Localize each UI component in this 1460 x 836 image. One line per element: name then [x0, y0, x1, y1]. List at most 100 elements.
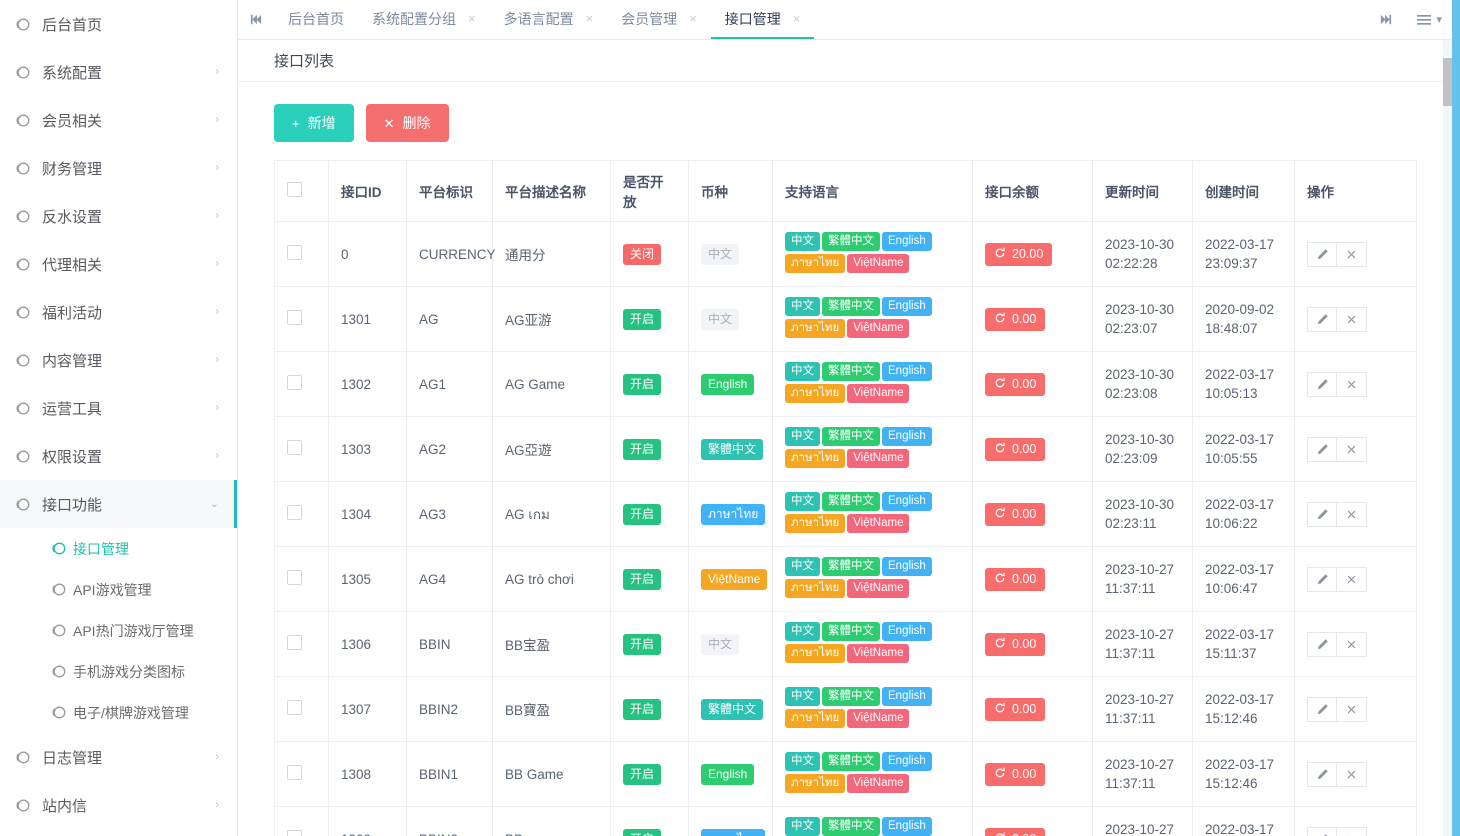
delete-row-button[interactable] [1337, 241, 1367, 267]
refresh-icon[interactable] [994, 702, 1006, 717]
table-row[interactable]: 1304 AG3 AG เกม 开启 ภาษาไทย 中文 繁體中文 English ภาษาไ… [274, 481, 1417, 547]
refresh-icon[interactable] [994, 442, 1006, 457]
refresh-icon[interactable] [994, 767, 1006, 782]
sidebar-subitem-0[interactable]: 接口管理 [0, 528, 237, 569]
delete-row-button[interactable] [1337, 501, 1367, 527]
refresh-icon[interactable] [994, 247, 1006, 262]
edit-row-button[interactable] [1307, 241, 1337, 267]
tab-options-menu-button[interactable]: ▾ [1402, 13, 1448, 27]
edit-row-button[interactable] [1307, 826, 1337, 836]
sidebar-item-4[interactable]: 反水设置 › [0, 192, 237, 240]
table-row[interactable]: 1306 BBIN BB宝盈 开启 中文 中文 繁體中文 Englishภาษาไทย Việt… [274, 611, 1417, 677]
tab-3[interactable]: 会员管理 × [607, 0, 711, 39]
balance-cell[interactable]: 0.00 [972, 611, 1093, 677]
table-row[interactable]: 1301 AG AG亚游 开启 中文 中文 繁體中文 Englishภาษาไทย ViệtNa… [274, 286, 1417, 352]
sidebar-item-6[interactable]: 福利活动 › [0, 288, 237, 336]
tab-close-icon[interactable]: × [468, 12, 476, 25]
balance-cell[interactable]: 2.00 [972, 806, 1093, 836]
row-checkbox[interactable] [287, 375, 302, 390]
tab-1[interactable]: 系统配置分组 × [358, 0, 490, 39]
sidebar-item-after-1[interactable]: 站内信 › [0, 781, 237, 829]
delete-row-button[interactable] [1337, 761, 1367, 787]
sidebar-item-0[interactable]: 后台首页 [0, 0, 237, 48]
balance-badge[interactable]: 0.00 [985, 632, 1046, 656]
refresh-icon[interactable] [994, 637, 1006, 652]
row-checkbox[interactable] [287, 700, 302, 715]
row-checkbox[interactable] [287, 310, 302, 325]
add-button[interactable]: + 新增 [274, 104, 354, 142]
tab-2[interactable]: 多语言配置 × [490, 0, 608, 39]
table-row[interactable]: 1303 AG2 AG亞遊 开启 繁體中文 中文 繁體中文 Englishภาษาไทย Việ… [274, 416, 1417, 482]
refresh-icon[interactable] [994, 377, 1006, 392]
balance-cell[interactable]: 0.00 [972, 481, 1093, 547]
edit-row-button[interactable] [1307, 501, 1337, 527]
delete-row-button[interactable] [1337, 436, 1367, 462]
sidebar-item-8[interactable]: 运营工具 › [0, 384, 237, 432]
tabs-scroll-next-button[interactable] [1368, 12, 1402, 27]
table-row[interactable]: 1302 AG1 AG Game 开启 English 中文 繁體中文 Englishภาษา… [274, 351, 1417, 417]
row-checkbox[interactable] [287, 830, 302, 836]
edit-row-button[interactable] [1307, 371, 1337, 397]
refresh-icon[interactable] [994, 572, 1006, 587]
sidebar-item-10[interactable]: 接口功能 ⌄ [0, 480, 237, 528]
table-row[interactable]: 1308 BBIN1 BB Game 开启 English 中文 繁體中文 Englishภา… [274, 741, 1417, 807]
balance-badge[interactable]: 0.00 [985, 307, 1046, 331]
sidebar-item-3[interactable]: 财务管理 › [0, 144, 237, 192]
row-checkbox[interactable] [287, 440, 302, 455]
delete-row-button[interactable] [1337, 566, 1367, 592]
sidebar-item-9[interactable]: 权限设置 › [0, 432, 237, 480]
tab-close-icon[interactable]: × [586, 12, 594, 25]
delete-row-button[interactable] [1337, 631, 1367, 657]
refresh-icon[interactable] [994, 832, 1006, 836]
balance-badge[interactable]: 0.00 [985, 437, 1046, 461]
row-checkbox[interactable] [287, 765, 302, 780]
sidebar-subitem-2[interactable]: API热门游戏厅管理 [0, 610, 237, 651]
row-checkbox[interactable] [287, 570, 302, 585]
balance-cell[interactable]: 20.00 [972, 221, 1093, 287]
delete-button[interactable]: ✕ 删除 [365, 104, 449, 142]
scrollbar-thumb[interactable] [1443, 58, 1452, 106]
tab-0[interactable]: 后台首页 [274, 0, 358, 39]
row-checkbox[interactable] [287, 245, 302, 260]
delete-row-button[interactable] [1337, 696, 1367, 722]
row-checkbox[interactable] [287, 635, 302, 650]
edit-row-button[interactable] [1307, 631, 1337, 657]
refresh-icon[interactable] [994, 312, 1006, 327]
sidebar-subitem-4[interactable]: 电子/棋牌游戏管理 [0, 692, 237, 733]
edit-row-button[interactable] [1307, 566, 1337, 592]
edit-row-button[interactable] [1307, 436, 1337, 462]
table-row[interactable]: 1305 AG4 AG trò chơi 开启 ViệtName 中文 繁體中文 Englis… [274, 546, 1417, 612]
balance-badge[interactable]: 0.00 [985, 697, 1046, 721]
tab-close-icon[interactable]: × [793, 12, 801, 25]
refresh-icon[interactable] [994, 507, 1006, 522]
sidebar-subitem-1[interactable]: API游戏管理 [0, 569, 237, 610]
delete-row-button[interactable] [1337, 371, 1367, 397]
balance-cell[interactable]: 0.00 [972, 741, 1093, 807]
tab-4[interactable]: 接口管理 × [710, 0, 815, 39]
balance-badge[interactable]: 2.00 [985, 827, 1046, 836]
sidebar-subitem-3[interactable]: 手机游戏分类图标 [0, 651, 237, 692]
edit-row-button[interactable] [1307, 306, 1337, 332]
balance-badge[interactable]: 0.00 [985, 372, 1046, 396]
balance-badge[interactable]: 0.00 [985, 567, 1046, 591]
table-row[interactable]: 1309BBIN3BB เกม开启ภาษาไทย中文繁體中文Englishภาษ… [274, 806, 1417, 836]
balance-badge[interactable]: 0.00 [985, 762, 1046, 786]
delete-row-button[interactable] [1337, 306, 1367, 332]
sidebar-item-after-0[interactable]: 日志管理 › [0, 733, 237, 781]
select-all-checkbox[interactable] [287, 182, 302, 197]
balance-cell[interactable]: 0.00 [972, 286, 1093, 352]
edit-row-button[interactable] [1307, 761, 1337, 787]
balance-cell[interactable]: 0.00 [972, 676, 1093, 742]
balance-cell[interactable]: 0.00 [972, 351, 1093, 417]
row-checkbox[interactable] [287, 505, 302, 520]
table-row[interactable]: 1307 BBIN2 BB寶盈 开启 繁體中文 中文 繁體中文 Englishภาษาไทย V… [274, 676, 1417, 742]
table-row[interactable]: 0 CURRENCY 通用分 关闭 中文 中文 繁體中文 Englishภาษาไทย Việt… [274, 221, 1417, 287]
balance-cell[interactable]: 0.00 [972, 546, 1093, 612]
balance-cell[interactable]: 0.00 [972, 416, 1093, 482]
delete-row-button[interactable] [1337, 826, 1367, 836]
tab-close-icon[interactable]: × [689, 12, 697, 25]
sidebar-item-1[interactable]: 系统配置 › [0, 48, 237, 96]
tabs-scroll-prev-button[interactable] [238, 0, 274, 39]
sidebar-item-7[interactable]: 内容管理 › [0, 336, 237, 384]
edit-row-button[interactable] [1307, 696, 1337, 722]
